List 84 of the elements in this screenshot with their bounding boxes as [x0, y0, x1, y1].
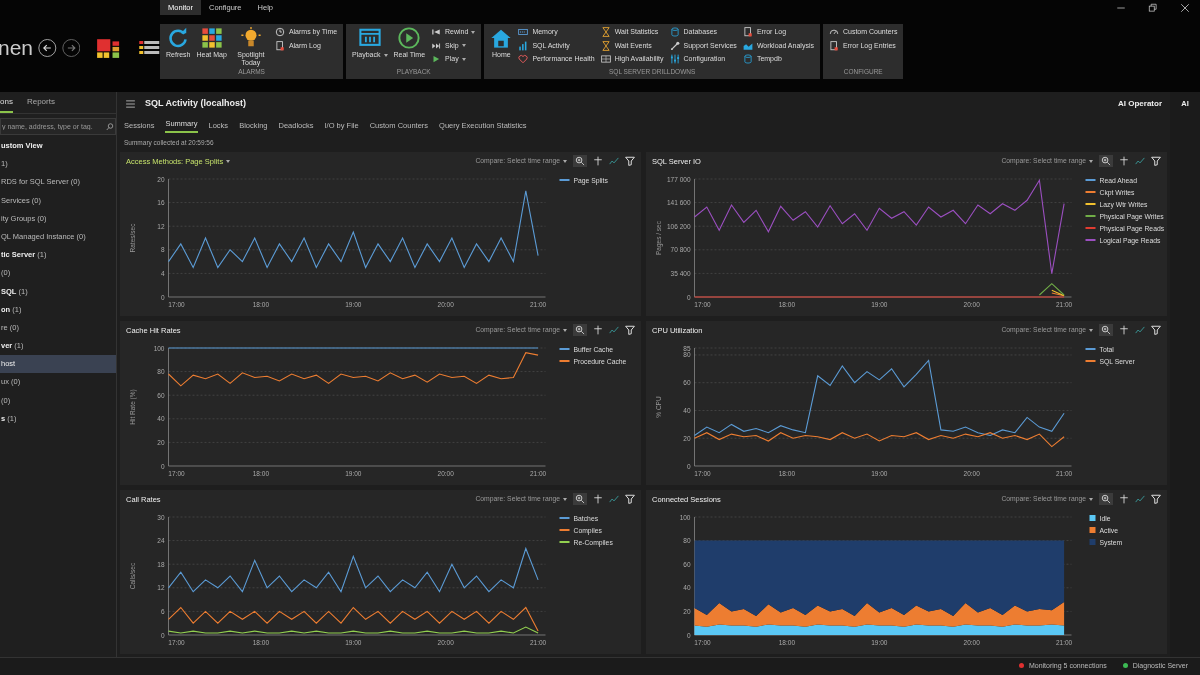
sliders-icon: [669, 54, 680, 65]
window-icon: [600, 54, 611, 65]
zoom-button[interactable]: [573, 493, 587, 506]
grid-icon: [200, 27, 223, 49]
legend-swatch: [559, 516, 570, 519]
filter-icon[interactable]: [1151, 325, 1161, 336]
legend-swatch: [1089, 526, 1096, 533]
crosshair-icon[interactable]: [1119, 494, 1129, 505]
hourglass-icon: [600, 27, 611, 38]
clock-icon: [274, 27, 285, 38]
legend-swatch: [1085, 202, 1096, 205]
sidebar-tab[interactable]: Reports: [26, 96, 55, 113]
screen-icon: [358, 27, 381, 49]
memory-icon: [518, 27, 529, 38]
crosshair-icon[interactable]: [593, 494, 603, 505]
app-name: nen: [0, 35, 34, 62]
crosshair-icon[interactable]: [1119, 325, 1129, 336]
legend-swatch: [1085, 190, 1096, 193]
trend-icon[interactable]: [609, 494, 619, 505]
zoom-button[interactable]: [1099, 324, 1113, 337]
caret-icon: [563, 159, 567, 163]
wrench-icon: [669, 40, 680, 51]
zoom-icon: [575, 325, 585, 336]
legend-swatch: [559, 347, 570, 350]
legend-swatch: [1085, 359, 1096, 362]
caret-icon: [226, 160, 231, 164]
legend-swatch: [1089, 538, 1096, 545]
legend-swatch: [559, 540, 570, 543]
legend-swatch: [1085, 214, 1096, 217]
filter-icon[interactable]: [625, 325, 635, 336]
zoom-icon: [575, 156, 585, 167]
caret-icon: [1089, 497, 1093, 501]
trend-icon[interactable]: [1135, 325, 1145, 336]
sidebar-tab[interactable]: ons: [0, 96, 13, 113]
caret-icon: [563, 497, 567, 501]
play-icon: [398, 27, 421, 49]
legend-swatch: [1085, 226, 1096, 229]
ai-operator-link[interactable]: AI Operator: [1118, 97, 1162, 110]
caret-icon: [563, 328, 567, 332]
trend-icon[interactable]: [609, 325, 619, 336]
zoom-button[interactable]: [1099, 493, 1113, 506]
legend-swatch: [559, 528, 570, 531]
search-icon: [106, 122, 114, 131]
filter-icon[interactable]: [625, 156, 635, 167]
zoom-icon: [1101, 494, 1111, 505]
caret-icon: [1089, 159, 1093, 163]
trend-icon[interactable]: [1135, 494, 1145, 505]
close-icon[interactable]: [1180, 3, 1190, 13]
zoom-button[interactable]: [1099, 155, 1113, 168]
crosshair-icon[interactable]: [593, 325, 603, 336]
legend-swatch: [559, 359, 570, 362]
zoom-button[interactable]: [573, 324, 587, 337]
document-icon: [828, 40, 839, 51]
status-squares-icon[interactable]: [95, 37, 121, 59]
trend-icon[interactable]: [609, 156, 619, 167]
hourglass-icon: [600, 40, 611, 51]
caret-icon: [1089, 328, 1093, 332]
filter-icon[interactable]: [1151, 156, 1161, 167]
database-icon: [669, 27, 680, 38]
lightbulb-icon: [239, 27, 262, 49]
page-title: SQL Activity (localhost): [145, 96, 247, 110]
database-icon: [742, 54, 753, 65]
crosshair-icon[interactable]: [593, 156, 603, 167]
trend-icon[interactable]: [1135, 156, 1145, 167]
filter-icon[interactable]: [625, 494, 635, 505]
heart-icon: [518, 54, 529, 65]
document-icon: [742, 27, 753, 38]
refresh-icon: [167, 27, 190, 49]
legend-swatch: [1085, 238, 1096, 241]
legend-swatch: [559, 178, 570, 181]
zoom-icon: [1101, 325, 1111, 336]
rewind-icon: [431, 27, 442, 38]
legend-swatch: [1089, 514, 1096, 521]
restore-icon[interactable]: [1148, 3, 1158, 13]
document-icon: [274, 40, 285, 51]
crosshair-icon[interactable]: [1119, 156, 1129, 167]
legend-swatch: [1085, 347, 1096, 350]
menu-icon[interactable]: [125, 98, 136, 109]
bar-chart-icon: [518, 40, 529, 51]
filter-icon[interactable]: [1151, 494, 1161, 505]
zoom-button[interactable]: [573, 155, 587, 168]
zoom-icon: [575, 494, 585, 505]
zoom-icon: [1101, 156, 1111, 167]
home-icon: [490, 27, 513, 49]
